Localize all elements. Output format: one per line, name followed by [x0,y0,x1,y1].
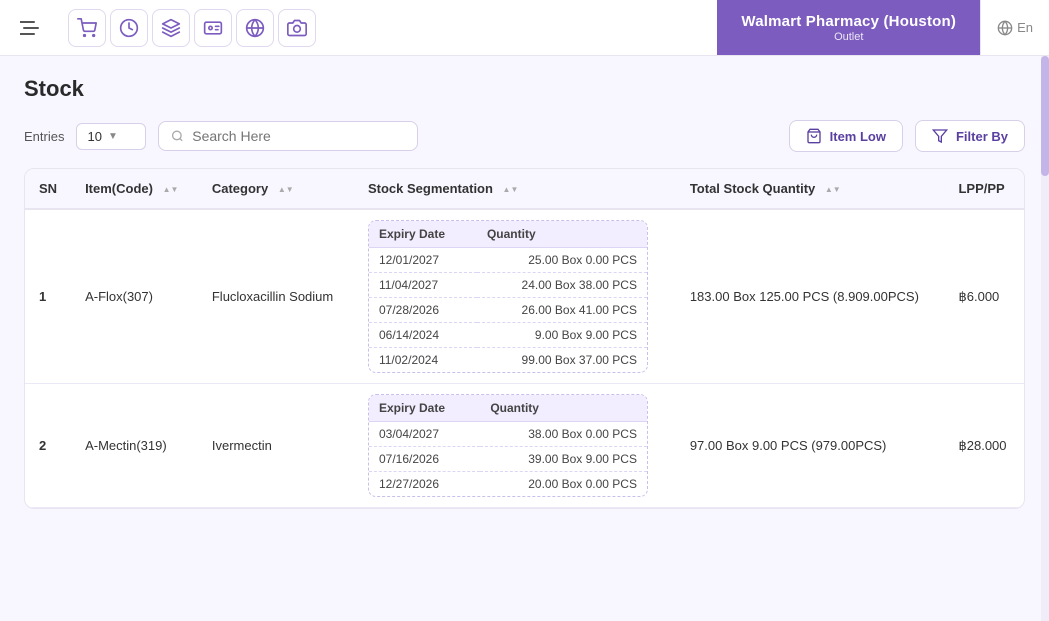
seg-row: 12/27/202620.00 Box 0.00 PCS [369,472,647,497]
table-header: SN Item(Code) ▲▼ Category ▲▼ Stock Segme… [25,169,1024,209]
layers-icon[interactable] [152,9,190,47]
col-item-code[interactable]: Item(Code) ▲▼ [71,169,198,209]
toolbar: Entries 10 ▼ Item Low Filter By [24,120,1025,152]
seg-row: 11/02/202499.00 Box 37.00 PCS [369,348,647,373]
filter-button[interactable]: Filter By [915,120,1025,152]
seg-quantity: 38.00 Box 0.00 PCS [480,422,647,447]
seg-quantity: 39.00 Box 9.00 PCS [480,447,647,472]
col-total-stock[interactable]: Total Stock Quantity ▲▼ [676,169,945,209]
nav-toggle-button[interactable] [12,10,48,46]
globe-icon[interactable] [236,9,274,47]
chevron-down-icon: ▼ [108,131,118,142]
cell-lpp: ฿6.000 [944,209,1024,384]
entries-label: Entries [24,129,64,144]
seg-quantity: 24.00 Box 38.00 PCS [477,273,647,298]
col-sn: SN [25,169,71,209]
cart-icon[interactable] [68,9,106,47]
table-body: 1A-Flox(307)Flucloxacillin SodiumExpiry … [25,209,1024,508]
seg-col-expiry: Expiry Date [369,221,477,248]
cell-stock-seg: Expiry DateQuantity12/01/202725.00 Box 0… [354,209,676,384]
seg-row: 12/01/202725.00 Box 0.00 PCS [369,248,647,273]
cell-total-stock: 97.00 Box 9.00 PCS (979.00PCS) [676,384,945,508]
cell-item-code: A-Mectin(319) [71,384,198,508]
main-content: Stock Entries 10 ▼ Item Low Fil [0,56,1049,509]
topnav: Walmart Pharmacy (Houston) Outlet En [0,0,1049,56]
cell-stock-seg: Expiry DateQuantity03/04/202738.00 Box 0… [354,384,676,508]
seg-expiry: 07/16/2026 [369,447,480,472]
nav-icons [60,9,324,47]
clock-icon[interactable] [110,9,148,47]
scrollbar-thumb[interactable] [1041,56,1049,176]
seg-expiry: 11/02/2024 [369,348,477,373]
id-card-icon[interactable] [194,9,232,47]
seg-row: 03/04/202738.00 Box 0.00 PCS [369,422,647,447]
seg-quantity: 25.00 Box 0.00 PCS [477,248,647,273]
seg-table: Expiry DateQuantity03/04/202738.00 Box 0… [368,394,648,497]
seg-col-qty: Quantity [477,221,647,248]
brand-name: Walmart Pharmacy (Houston) [741,13,956,30]
filter-icon [932,128,948,144]
search-icon [171,129,184,143]
table: SN Item(Code) ▲▼ Category ▲▼ Stock Segme… [25,169,1024,508]
seg-expiry: 06/14/2024 [369,323,477,348]
entries-select[interactable]: 10 ▼ [76,123,146,150]
cell-total-stock: 183.00 Box 125.00 PCS (8.909.00PCS) [676,209,945,384]
nav-brand: Walmart Pharmacy (Houston) Outlet [717,0,980,55]
seg-col-expiry: Expiry Date [369,395,480,422]
stock-table: SN Item(Code) ▲▼ Category ▲▼ Stock Segme… [24,168,1025,509]
seg-table: Expiry DateQuantity12/01/202725.00 Box 0… [368,220,648,373]
col-category[interactable]: Category ▲▼ [198,169,354,209]
search-input[interactable] [192,128,405,144]
seg-expiry: 11/04/2027 [369,273,477,298]
seg-expiry: 12/01/2027 [369,248,477,273]
col-lpp: LPP/PP [944,169,1024,209]
entries-value: 10 [87,129,101,144]
cell-category: Flucloxacillin Sodium [198,209,354,384]
seg-quantity: 99.00 Box 37.00 PCS [477,348,647,373]
table-row: 1A-Flox(307)Flucloxacillin SodiumExpiry … [25,209,1024,384]
brand-sub: Outlet [834,31,863,43]
lang-label: En [1017,20,1033,35]
cell-item-code: A-Flox(307) [71,209,198,384]
item-low-label: Item Low [830,129,886,144]
search-box[interactable] [158,121,418,151]
seg-quantity: 9.00 Box 9.00 PCS [477,323,647,348]
seg-col-qty: Quantity [480,395,647,422]
seg-quantity: 20.00 Box 0.00 PCS [480,472,647,497]
item-low-button[interactable]: Item Low [789,120,903,152]
seg-expiry: 03/04/2027 [369,422,480,447]
page-title: Stock [24,76,1025,102]
seg-row: 06/14/20249.00 Box 9.00 PCS [369,323,647,348]
cell-category: Ivermectin [198,384,354,508]
cell-sn: 1 [25,209,71,384]
cell-lpp: ฿28.000 [944,384,1024,508]
cell-sn: 2 [25,384,71,508]
nav-lang[interactable]: En [980,0,1049,55]
filter-label: Filter By [956,129,1008,144]
seg-row: 07/16/202639.00 Box 9.00 PCS [369,447,647,472]
col-stock-seg[interactable]: Stock Segmentation ▲▼ [354,169,676,209]
seg-quantity: 26.00 Box 41.00 PCS [477,298,647,323]
item-low-icon [806,128,822,144]
nav-left [0,10,60,46]
seg-expiry: 12/27/2026 [369,472,480,497]
camera-icon[interactable] [278,9,316,47]
seg-row: 07/28/202626.00 Box 41.00 PCS [369,298,647,323]
table-row: 2A-Mectin(319)IvermectinExpiry DateQuant… [25,384,1024,508]
seg-expiry: 07/28/2026 [369,298,477,323]
seg-row: 11/04/202724.00 Box 38.00 PCS [369,273,647,298]
